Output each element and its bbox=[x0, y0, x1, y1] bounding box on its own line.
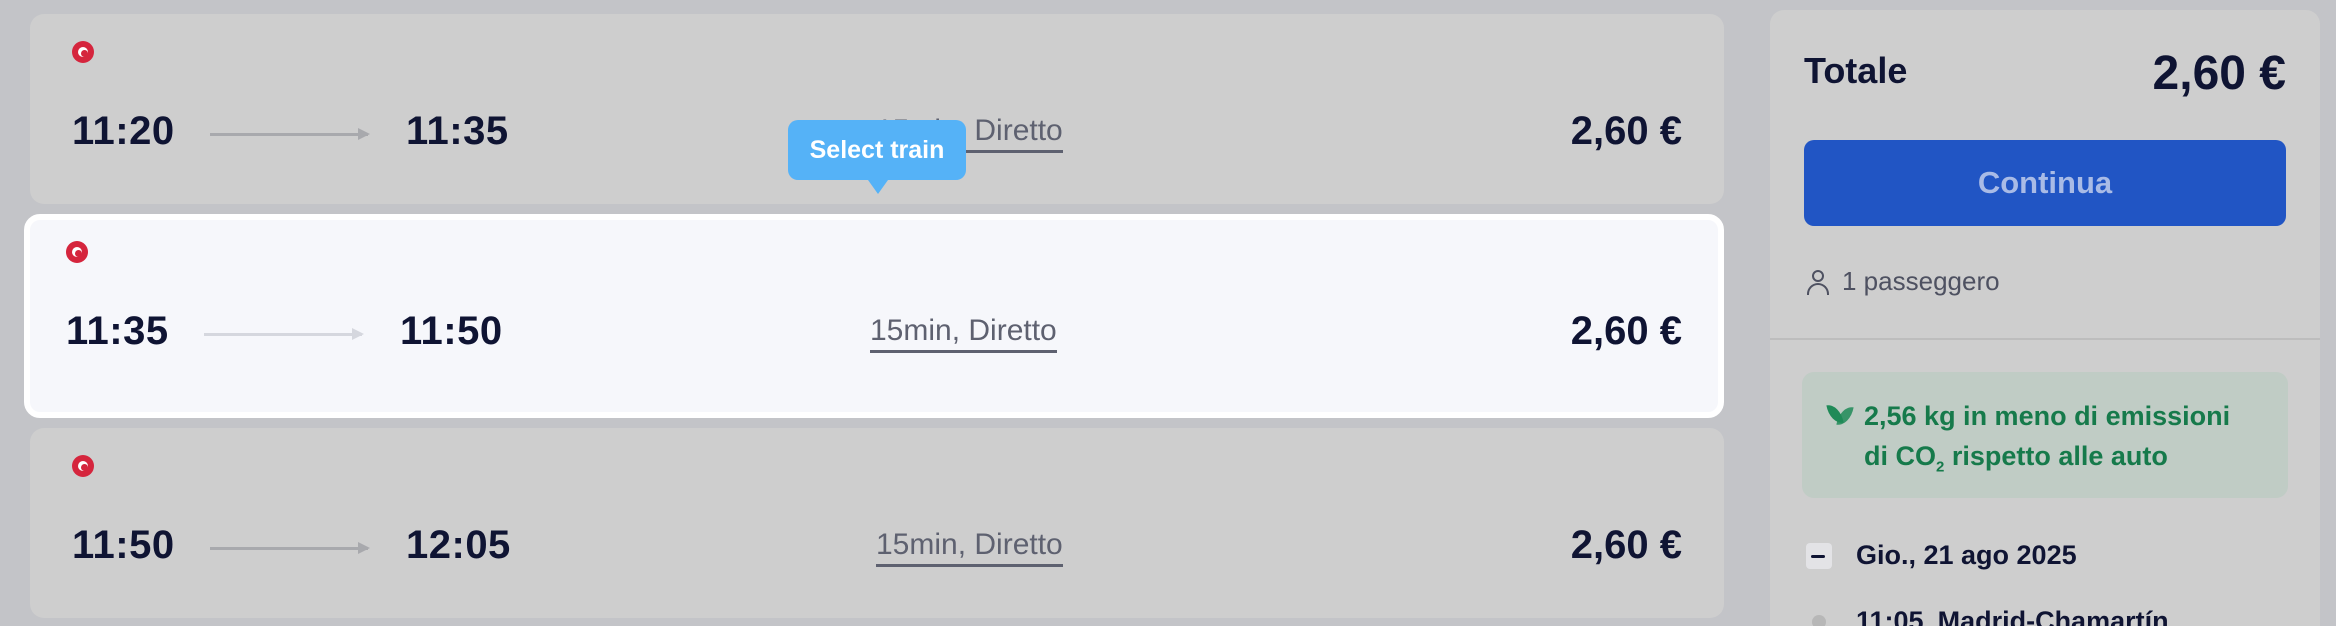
trip-date: Gio., 21 ago 2025 bbox=[1856, 540, 2077, 570]
trip-date-row: Gio., 21 ago 2025 bbox=[1806, 540, 2077, 571]
departure-time: 11:50 bbox=[72, 523, 175, 567]
arrow-right-icon bbox=[210, 128, 370, 140]
stop-time: 11:05 bbox=[1856, 606, 1924, 626]
departure-time: 11:35 bbox=[66, 309, 169, 353]
operator-logo-icon bbox=[66, 241, 88, 263]
emissions-line-1: 2,56 kg in meno di emissioni bbox=[1864, 401, 2231, 431]
leaf-icon bbox=[1826, 402, 1856, 428]
select-train-tooltip: Select train bbox=[788, 120, 966, 194]
operator-logo-icon bbox=[72, 455, 94, 477]
train-option[interactable]: 11:50 12:05 15min, Diretto 2,60 € bbox=[30, 428, 1724, 618]
train-results-list: 11:20 11:35 15min, Diretto 2,60 € 11:35 … bbox=[0, 0, 1740, 626]
duration-link[interactable]: 15min, Diretto bbox=[870, 314, 1057, 353]
train-icon bbox=[1806, 542, 1832, 569]
total-label: Totale bbox=[1804, 50, 1908, 91]
train-price: 2,60 € bbox=[1570, 109, 1682, 153]
total-price: 2,60 € bbox=[2152, 47, 2286, 100]
train-price: 2,60 € bbox=[1570, 309, 1682, 353]
train-option-selected[interactable]: 11:35 11:50 15min, Diretto 2,60 € bbox=[24, 214, 1724, 418]
departure-time: 11:20 bbox=[72, 109, 175, 153]
emissions-text: 2,56 kg in meno di emissioni di CO2 risp… bbox=[1864, 396, 2274, 487]
emissions-info-box: 2,56 kg in meno di emissioni di CO2 risp… bbox=[1802, 372, 2288, 498]
arrow-right-icon bbox=[204, 328, 364, 340]
train-price: 2,60 € bbox=[1570, 523, 1682, 567]
booking-summary-panel: Totale 2,60 € Continua 1 passeggero 2,56… bbox=[1770, 10, 2320, 626]
passenger-count[interactable]: 1 passeggero bbox=[1806, 266, 2000, 297]
continue-button[interactable]: Continua bbox=[1804, 140, 2286, 226]
user-icon bbox=[1806, 268, 1830, 296]
operator-logo-icon bbox=[72, 41, 94, 63]
emissions-line-2: di CO2 rispetto alle auto bbox=[1864, 441, 2168, 476]
passenger-count-label: 1 passeggero bbox=[1842, 266, 2000, 296]
arrow-right-icon bbox=[210, 542, 370, 554]
departure-stop-row: 11:05 Madrid-Chamartín bbox=[1806, 606, 2169, 626]
divider bbox=[1770, 338, 2320, 340]
stop-name: Madrid-Chamartín bbox=[1937, 606, 2169, 626]
arrival-time: 11:50 bbox=[400, 309, 503, 353]
arrival-time: 12:05 bbox=[406, 523, 511, 567]
arrival-time: 11:35 bbox=[406, 109, 509, 153]
duration-link[interactable]: 15min, Diretto bbox=[876, 528, 1063, 567]
stop-dot-icon bbox=[1812, 614, 1826, 626]
